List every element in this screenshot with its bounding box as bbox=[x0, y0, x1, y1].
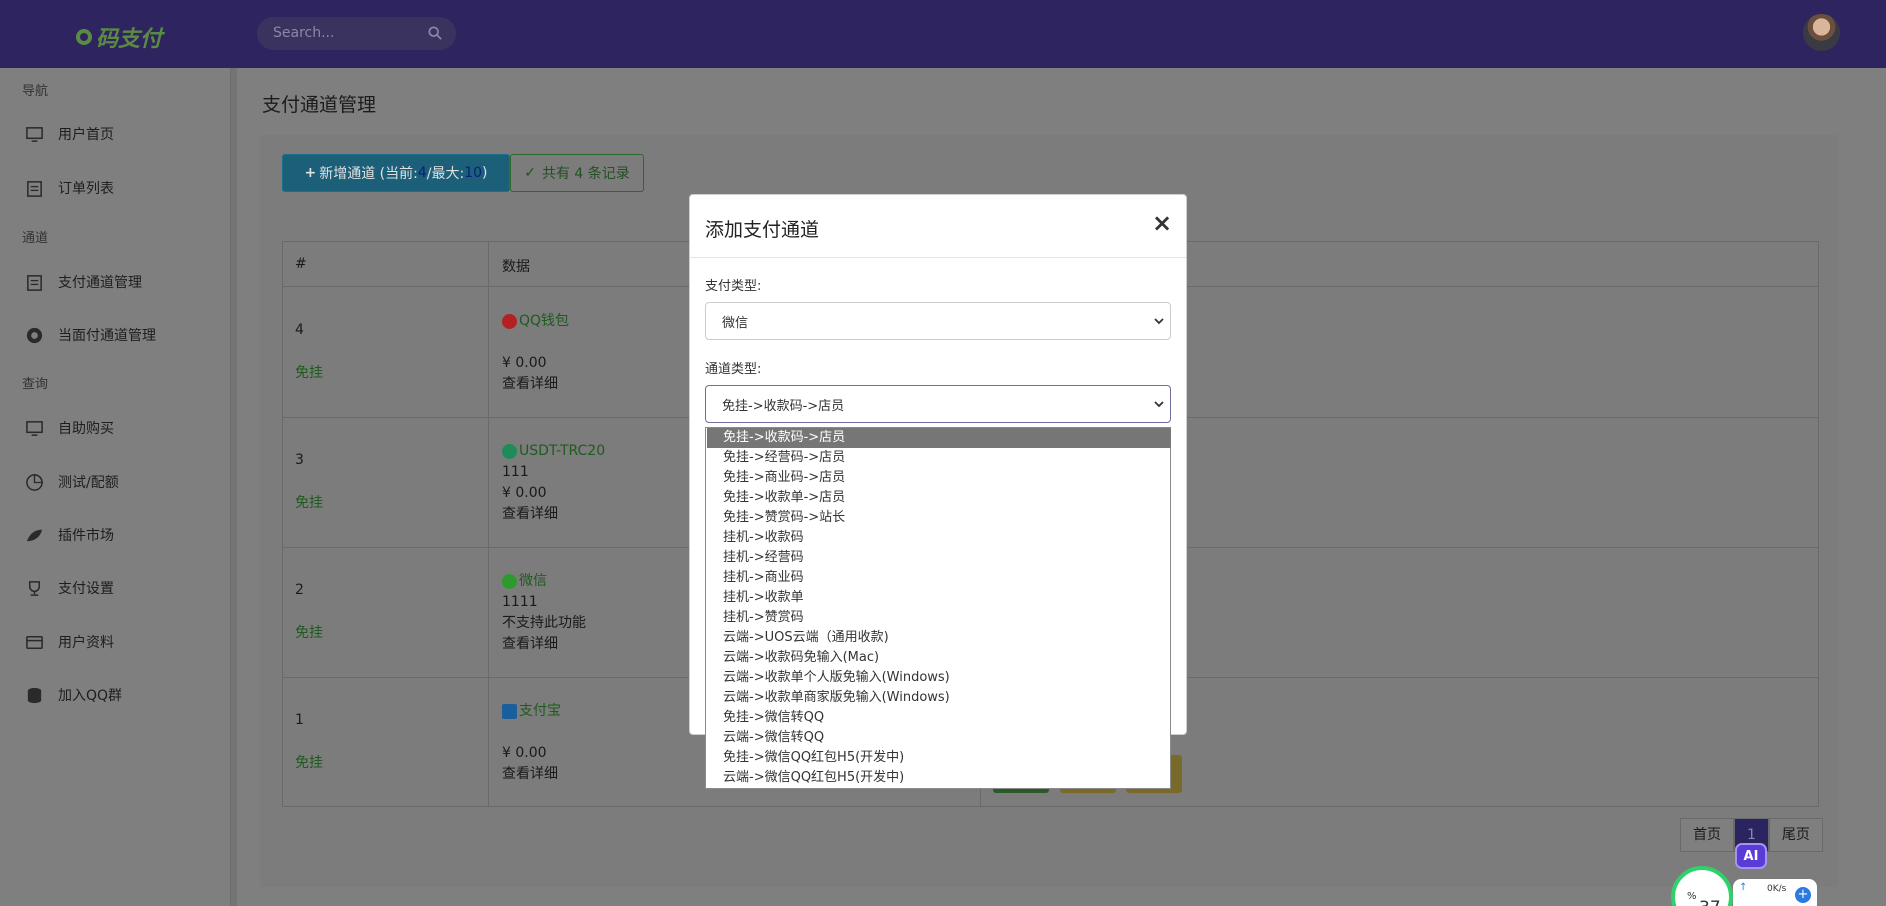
monitor-icon bbox=[26, 420, 43, 436]
sidebar-item-test-quota[interactable]: 测试/配额 bbox=[25, 467, 119, 497]
pie-chart-icon bbox=[26, 473, 43, 491]
sidebar-item-self-purchase[interactable]: 自助购买 bbox=[25, 413, 114, 443]
credit-card-icon bbox=[26, 635, 43, 649]
record-count-button[interactable]: ✓ 共有 4 条记录 bbox=[510, 154, 644, 192]
wechat-icon bbox=[502, 574, 517, 589]
sidebar-item-user-profile[interactable]: 用户资料 bbox=[25, 627, 114, 657]
sidebar-section-nav: 导航 bbox=[22, 84, 49, 99]
dropdown-option[interactable]: 挂机->赞赏码 bbox=[707, 608, 1171, 628]
plus-icon: + bbox=[304, 165, 317, 181]
pay-type-label: 支付类型: bbox=[705, 279, 762, 294]
close-icon[interactable]: × bbox=[1152, 211, 1172, 235]
row-status: 免挂 bbox=[295, 755, 323, 771]
dropdown-option[interactable]: 挂机->收款单 bbox=[707, 588, 1171, 608]
clipboard-icon bbox=[27, 180, 42, 197]
sidebar-item-order-list[interactable]: 订单列表 bbox=[25, 173, 114, 203]
row-id: 1 bbox=[295, 712, 304, 728]
sidebar-item-join-qq[interactable]: 加入QQ群 bbox=[25, 680, 122, 710]
sidebar-item-channel-manage[interactable]: 支付通道管理 bbox=[25, 267, 142, 297]
sidebar-edge bbox=[231, 68, 237, 906]
page-title: 支付通道管理 bbox=[262, 94, 377, 116]
logo-text: 码支付 bbox=[96, 26, 163, 52]
plus-icon[interactable]: + bbox=[1795, 887, 1811, 903]
qq-wallet-icon bbox=[502, 314, 517, 329]
clipboard-icon bbox=[27, 274, 42, 291]
dropdown-option[interactable]: 免挂->赞赏码->站长 bbox=[707, 508, 1171, 528]
row-id: 2 bbox=[295, 582, 304, 598]
user-avatar[interactable] bbox=[1803, 14, 1840, 51]
modal-title: 添加支付通道 bbox=[705, 219, 820, 241]
channel-type-select[interactable]: 免挂->收款码->店员 bbox=[705, 385, 1171, 423]
dropdown-option[interactable]: 云端->UOS云端（通用收款) bbox=[707, 628, 1171, 648]
brand-logo[interactable]: 码支付 bbox=[76, 21, 162, 53]
search-input[interactable] bbox=[273, 25, 423, 41]
dropdown-option[interactable]: 免挂->经营码->店员 bbox=[707, 448, 1171, 468]
row-status: 免挂 bbox=[295, 625, 323, 641]
table-row: QQ钱包 ¥ 0.00 查看详细 bbox=[502, 311, 569, 395]
page-last[interactable]: 尾页 bbox=[1768, 818, 1823, 852]
view-detail-link[interactable]: 查看详细 bbox=[502, 764, 561, 785]
sidebar-item-user-home[interactable]: 用户首页 bbox=[25, 119, 114, 149]
pay-type-select[interactable]: 微信 bbox=[705, 302, 1171, 340]
dropdown-option[interactable]: 云端->微信QQ红包H5(开发中) bbox=[707, 768, 1171, 788]
row-id: 4 bbox=[295, 322, 304, 338]
view-detail-link[interactable]: 查看详细 bbox=[502, 504, 605, 525]
dropdown-option[interactable]: 云端->收款单商家版免输入(Windows) bbox=[707, 688, 1171, 708]
dropdown-option[interactable]: 免挂->商业码->店员 bbox=[707, 468, 1171, 488]
add-channel-button[interactable]: + 新增通道 (当前: 4 /最大: 10 ) bbox=[282, 154, 510, 192]
lifebuoy-icon bbox=[26, 327, 43, 343]
top-navbar: 码支付 bbox=[0, 0, 1886, 68]
alipay-icon bbox=[502, 704, 517, 719]
channel-type-dropdown: 免挂->收款码->店员 免挂->经营码->店员 免挂->商业码->店员 免挂->… bbox=[705, 427, 1171, 789]
dropdown-option[interactable]: 免挂->收款码->店员 bbox=[707, 428, 1171, 448]
search-icon[interactable] bbox=[428, 26, 442, 40]
sidebar-item-plugin-market[interactable]: 插件市场 bbox=[25, 520, 114, 550]
leaf-icon bbox=[26, 529, 43, 541]
column-header-data: 数据 bbox=[502, 259, 530, 275]
view-detail-link[interactable]: 查看详细 bbox=[502, 634, 586, 655]
upload-arrow-icon: ↑ bbox=[1739, 882, 1748, 893]
dropdown-option[interactable]: 云端->微信转QQ bbox=[707, 728, 1171, 748]
channel-type-label: 通道类型: bbox=[705, 362, 762, 377]
sidebar-section-query: 查询 bbox=[22, 377, 49, 392]
dropdown-option[interactable]: 云端->收款单个人版免输入(Windows) bbox=[707, 668, 1171, 688]
monitor-icon bbox=[26, 126, 43, 142]
trophy-icon bbox=[28, 580, 41, 596]
dropdown-option[interactable]: 云端->收款码免输入(Mac) bbox=[707, 648, 1171, 668]
view-detail-link[interactable]: 查看详细 bbox=[502, 374, 569, 395]
dropdown-option[interactable]: 免挂->微信QQ红包H5(开发中) bbox=[707, 748, 1171, 768]
dropdown-option[interactable]: 挂机->收款码 bbox=[707, 528, 1171, 548]
dropdown-option[interactable]: 免挂->微信转QQ bbox=[707, 708, 1171, 728]
row-status: 免挂 bbox=[295, 495, 323, 511]
upload-speed: 0K/s bbox=[1767, 884, 1787, 894]
check-icon: ✓ bbox=[524, 165, 536, 181]
ai-assistant-button[interactable]: AI bbox=[1735, 843, 1767, 869]
logo-icon bbox=[76, 29, 92, 45]
chevron-down-icon bbox=[1154, 401, 1164, 408]
sidebar-item-f2f-channel[interactable]: 当面付通道管理 bbox=[25, 320, 156, 350]
usdt-icon bbox=[502, 444, 517, 459]
row-id: 3 bbox=[295, 452, 304, 468]
dropdown-option[interactable]: 挂机->经营码 bbox=[707, 548, 1171, 568]
max-count: 10 bbox=[464, 165, 483, 181]
row-status: 免挂 bbox=[295, 365, 323, 381]
table-row: 支付宝 ¥ 0.00 查看详细 bbox=[502, 701, 561, 785]
current-count: 4 bbox=[417, 165, 427, 181]
database-icon bbox=[27, 687, 42, 703]
dropdown-option[interactable]: 免挂->收款单->店员 bbox=[707, 488, 1171, 508]
column-header-id: # bbox=[295, 256, 307, 272]
chevron-down-icon bbox=[1154, 318, 1164, 325]
sidebar-section-channel: 通道 bbox=[22, 231, 49, 246]
search-box bbox=[257, 17, 456, 50]
sidebar-item-pay-settings[interactable]: 支付设置 bbox=[25, 573, 114, 603]
dropdown-option[interactable]: 挂机->商业码 bbox=[707, 568, 1171, 588]
page-first[interactable]: 首页 bbox=[1680, 818, 1734, 852]
table-row: 微信 1111 不支持此功能 查看详细 bbox=[502, 571, 586, 655]
network-speed-widget: ↑ 0K/s + bbox=[1733, 879, 1817, 906]
table-row: USDT-TRC20 111 ¥ 0.00 查看详细 bbox=[502, 441, 605, 525]
